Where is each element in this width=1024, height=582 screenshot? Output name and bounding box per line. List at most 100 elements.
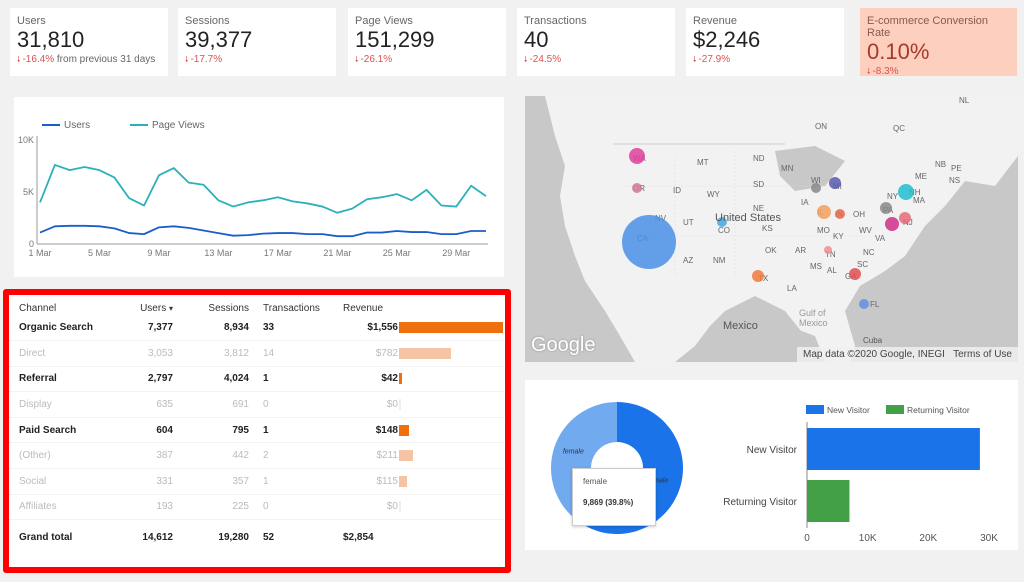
legend-label[interactable]: New Visitor [827,405,870,415]
map-state-label: VA [875,234,886,243]
legend-label[interactable]: Users [64,120,90,131]
kpi-card-revenue[interactable]: Revenue $2,246 🠗 -27.9% [686,8,844,76]
revenue-bar [399,424,409,436]
map-state-label: UT [683,218,694,227]
cell-users: 7,377 [121,315,185,342]
map-bubble-tx[interactable] [752,270,764,282]
table-row[interactable]: (Other) 387 442 2 $211 [9,442,505,470]
map-bubble-wa[interactable] [629,148,645,164]
map-bubble-md[interactable] [885,217,899,231]
kpi-label: E-commerce Conversion Rate [867,15,989,39]
kpi-card-users[interactable]: Users 31,810 🠗 -16.4% from previous 31 days [10,8,168,76]
cell-channel: Paid Search [9,417,121,444]
table-row[interactable]: Direct 3,053 3,812 14 $782 [9,340,505,367]
map-bubble-mi[interactable] [829,177,841,189]
legend-label[interactable]: Page Views [152,120,205,131]
line-chart-svg: Users Page Views 05K10K1 Mar 5 Mar 9 Mar 13 … [18,120,488,258]
kpi-label: Transactions [524,15,587,27]
map-bubble-pa[interactable] [880,202,892,214]
map-state-label: MS [810,262,822,271]
table-row[interactable]: Display 635 691 0 $0 [9,391,505,418]
col-header-transactions[interactable]: Transactions [261,295,341,315]
cell-revenue: $148 [341,417,399,444]
map-bubble-ny[interactable] [898,184,914,200]
map-state-label: AZ [683,256,694,265]
table-row[interactable]: Organic Search 7,377 8,934 33 $1,556 [9,315,505,342]
revenue-bar-cell [399,468,505,495]
revenue-bar-cell [399,442,505,470]
revenue-bar-cell [399,391,505,418]
col-header-revenue[interactable]: Revenue [341,295,399,315]
map-state-label: MT [697,158,709,167]
kpi-delta: 🠗 -26.1% [355,54,499,68]
kpi-card-transactions[interactable]: Transactions 40 🠗 -24.5% [517,8,675,76]
col-header-users[interactable]: Users ▾ [121,295,185,315]
map-state-label: ND [753,154,765,163]
col-header-sessions[interactable]: Sessions [185,295,261,315]
kpi-delta-value: -24.5% [529,54,562,65]
series-line-page-views[interactable] [39,164,487,214]
bar-new-visitor[interactable] [807,428,980,470]
cell-sessions: 8,934 [185,315,261,342]
map-state-label: SC [857,260,869,269]
legend-swatch-new-visitor[interactable] [806,405,824,414]
cell-channel: Direct [9,340,121,367]
table-row[interactable]: Affiliates 193 225 0 $0 [9,494,505,521]
map-state-label: AL [827,266,837,275]
map-bubble-ga[interactable] [849,268,861,280]
kpi-delta: 🠗 -16.4% from previous 31 days [17,54,161,68]
map-bubble-nj[interactable] [899,212,911,224]
y-tick-label: 5K [23,187,34,197]
kpi-card-e-commerce-conversion-rate[interactable]: E-commerce Conversion Rate 0.10% 🠗 -8.3% [860,8,1017,77]
grand-total-row: Grand total 14,612 19,280 52 $2,854 [9,520,505,554]
map-bubble-fl[interactable] [859,299,869,309]
cell-transactions: 1 [261,468,341,495]
kpi-card-sessions[interactable]: Sessions 39,377 🠗 -17.7% [178,8,336,76]
total-sessions: 19,280 [218,531,249,543]
terms-of-use-link[interactable]: Terms of Use [953,349,1012,360]
map-label-gulf: Gulf of Mexico [799,308,828,328]
map-bubble-in[interactable] [835,209,845,219]
cell-sessions: 357 [185,468,261,495]
map-state-label: ON [815,122,827,131]
cell-revenue: $1,556 [341,315,399,342]
kpi-card-page-views[interactable]: Page Views 151,299 🠗 -26.1% [348,8,506,76]
kpi-delta: 🠗 -17.7% [185,54,329,68]
down-arrow-icon: 🠗 [17,55,21,64]
map-bubble-ca[interactable] [622,215,676,269]
cell-channel: Referral [9,366,121,393]
cell-revenue: $42 [341,366,399,393]
map-state-label: QC [893,124,905,133]
cell-transactions: 2 [261,442,341,470]
col-header-channel[interactable]: Channel [9,295,121,315]
legend-swatch-returning-visitor[interactable] [886,405,904,414]
kpi-value: $2,246 [693,27,761,52]
series-line-users[interactable] [39,224,486,238]
visitor-type-bar-chart: New Visitor Returning Visitor New Visitor R… [700,380,1018,550]
kpi-label: Revenue [693,15,738,27]
down-arrow-icon: 🠗 [355,55,359,64]
cell-users: 3,053 [121,340,185,367]
table-row[interactable]: Paid Search 604 795 1 $148 [9,417,505,444]
map-bubble-il[interactable] [817,205,831,219]
map-bubble-tn[interactable] [824,246,832,254]
map-bubble-or[interactable] [632,183,642,193]
map-bubble-wi[interactable] [811,183,821,193]
kpi-value: 40 [524,27,549,52]
x-tick-label: 30K [980,533,998,544]
geo-map[interactable]: WAMTNDMNORIDWYSDWIMINVUTNEIAILINOHPANYNH… [525,96,1018,362]
map-state-label: MN [781,164,794,173]
channel-table: Channel Users ▾ Sessions Transactions Re… [3,289,511,573]
x-tick-label: 5 Mar [88,248,111,258]
kpi-delta-value: -17.7% [190,54,223,65]
cell-channel: Social [9,468,121,495]
legend-label[interactable]: Returning Visitor [907,405,970,415]
bar-returning-visitor[interactable] [807,480,850,522]
down-arrow-icon: 🠗 [693,55,697,64]
down-arrow-icon: 🠗 [185,55,189,64]
cell-channel: Organic Search [9,315,121,342]
table-row[interactable]: Referral 2,797 4,024 1 $42 [9,366,505,393]
table-row[interactable]: Social 331 357 1 $115 [9,468,505,495]
tooltip-label: female [583,477,608,486]
map-state-label: MO [817,226,830,235]
